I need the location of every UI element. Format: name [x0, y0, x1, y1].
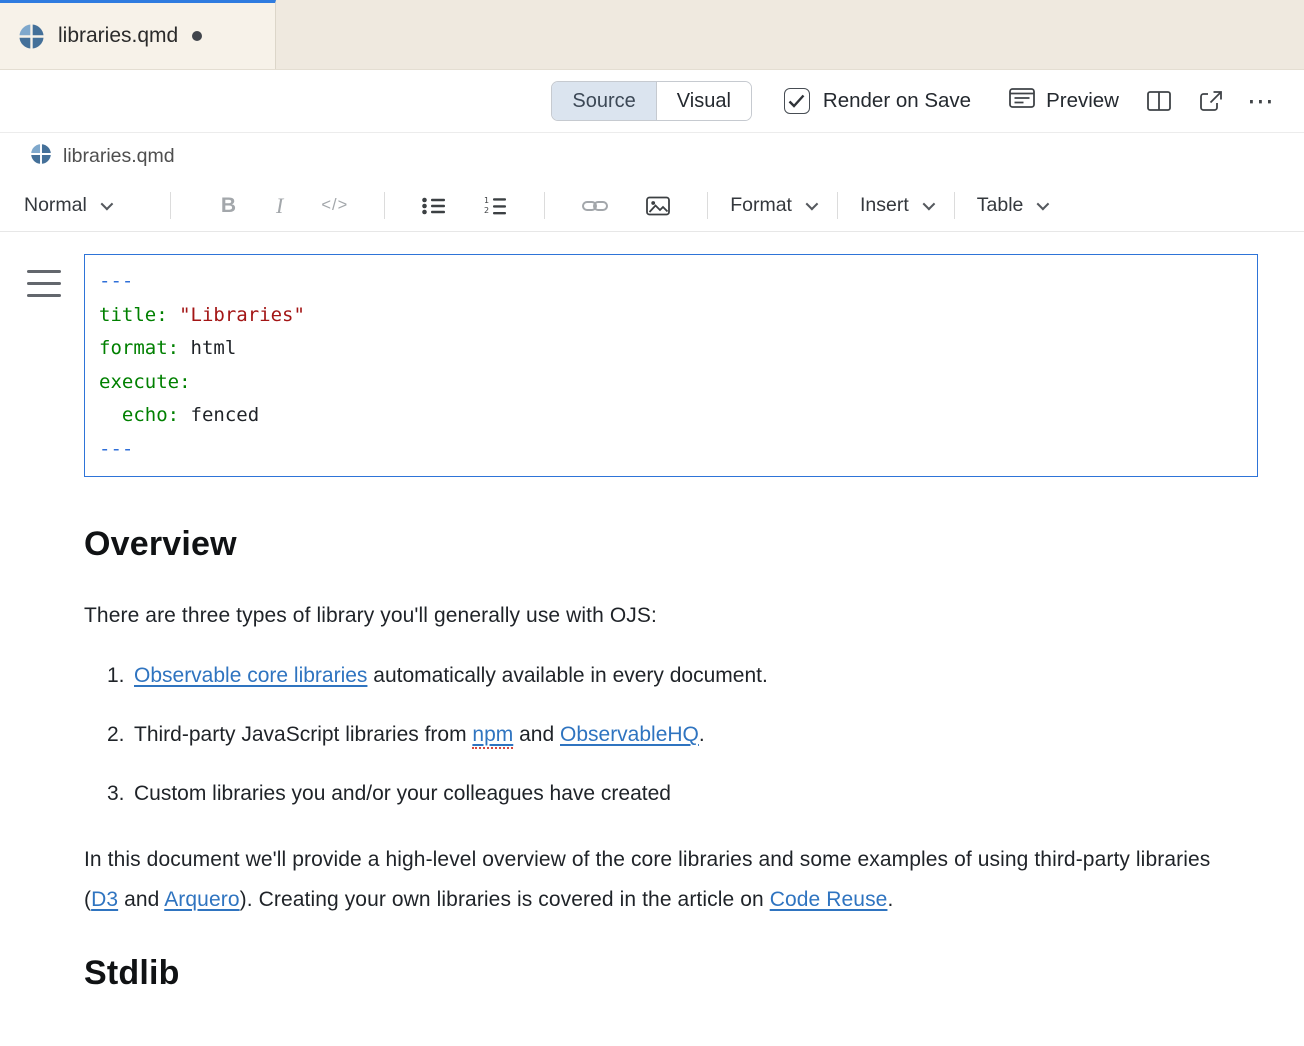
- format-menu-label: Format: [730, 194, 792, 217]
- heading-overview: Overview: [84, 525, 1258, 564]
- tab-libraries-qmd[interactable]: libraries.qmd: [0, 0, 276, 69]
- preview-button[interactable]: Preview: [1009, 87, 1119, 115]
- preview-label: Preview: [1046, 89, 1119, 113]
- yaml-key-title: title:: [99, 304, 168, 326]
- link-button[interactable]: [582, 198, 608, 214]
- toolbar-separator: [707, 192, 708, 219]
- format-menu[interactable]: Format: [730, 194, 815, 217]
- paragraph-text: and: [118, 888, 164, 911]
- list-item-text: Custom libraries you and/or your colleag…: [134, 782, 671, 806]
- chevron-down-icon: [100, 198, 113, 211]
- source-visual-toggle: Source Visual: [551, 81, 752, 121]
- insert-menu-label: Insert: [860, 194, 909, 217]
- preview-icon: [1009, 87, 1035, 115]
- list-item-text: Third-party JavaScript libraries from: [134, 723, 472, 746]
- source-mode-button[interactable]: Source: [552, 82, 656, 120]
- insert-image-button[interactable]: [646, 196, 670, 216]
- unsaved-changes-indicator[interactable]: [192, 31, 202, 41]
- italic-button[interactable]: I: [276, 193, 283, 219]
- toolbar-separator: [954, 192, 955, 219]
- link-icon: [582, 198, 608, 214]
- list-item: 1. Observable core libraries automatical…: [84, 664, 1258, 688]
- chevron-down-icon: [922, 198, 935, 211]
- ordered-list: 1. Observable core libraries automatical…: [84, 664, 1258, 806]
- image-icon: [646, 196, 670, 216]
- toolbar-separator: [384, 192, 385, 219]
- bullet-list-button[interactable]: [422, 197, 445, 215]
- list-marker: 2.: [84, 723, 134, 747]
- yaml-delimiter: ---: [99, 270, 133, 292]
- list-item: 3. Custom libraries you and/or your coll…: [84, 782, 1258, 806]
- chevron-down-icon: [806, 198, 819, 211]
- editor-toolbar: Source Visual Render on Save Preview: [0, 70, 1304, 133]
- link-code-reuse[interactable]: Code Reuse: [770, 888, 888, 911]
- yaml-value-title: "Libraries": [179, 304, 305, 326]
- insert-menu[interactable]: Insert: [860, 194, 932, 217]
- breadcrumb-filename[interactable]: libraries.qmd: [63, 145, 175, 168]
- list-item-text: automatically available in every documen…: [367, 664, 767, 687]
- toolbar-separator: [544, 192, 545, 219]
- link-arquero[interactable]: Arquero: [164, 888, 239, 911]
- tab-title: libraries.qmd: [58, 24, 178, 48]
- list-marker: 3.: [84, 782, 134, 806]
- yaml-key-execute: execute:: [99, 371, 191, 393]
- intro-paragraph: There are three types of library you'll …: [84, 596, 1258, 636]
- chevron-down-icon: [1037, 198, 1050, 211]
- render-on-save-label: Render on Save: [823, 89, 971, 113]
- breadcrumb: libraries.qmd: [0, 133, 1304, 180]
- list-item-text: Observable core libraries automatically …: [134, 664, 768, 688]
- table-menu[interactable]: Table: [977, 194, 1047, 217]
- yaml-value-format: html: [191, 337, 237, 359]
- visual-mode-button[interactable]: Visual: [657, 82, 751, 120]
- split-editor-icon: [1147, 90, 1171, 112]
- list-item-text: and: [513, 723, 560, 746]
- svg-text:1: 1: [484, 196, 489, 205]
- closing-paragraph: In this document we'll provide a high-le…: [84, 840, 1234, 920]
- paragraph-style-label: Normal: [24, 194, 87, 217]
- yaml-delimiter: ---: [99, 438, 133, 460]
- bullet-list-icon: [422, 197, 445, 215]
- more-actions-button[interactable]: ⋯: [1247, 88, 1274, 115]
- table-menu-label: Table: [977, 194, 1024, 217]
- link-npm[interactable]: npm: [472, 723, 513, 749]
- link-observable-core-libraries[interactable]: Observable core libraries: [134, 664, 367, 687]
- paragraph-text: ). Creating your own libraries is covere…: [240, 888, 770, 911]
- yaml-key-format: format:: [99, 337, 179, 359]
- list-marker: 1.: [84, 664, 134, 688]
- code-button[interactable]: </>: [321, 196, 348, 215]
- render-on-save-control: Render on Save: [784, 88, 971, 114]
- numbered-list-icon: 1 2: [483, 196, 507, 216]
- toolbar-separator: [837, 192, 838, 219]
- toolbar-separator: [170, 192, 171, 219]
- list-item-text: Third-party JavaScript libraries from np…: [134, 723, 705, 747]
- bold-button[interactable]: B: [221, 194, 236, 218]
- yaml-key-echo: echo:: [122, 404, 179, 426]
- quarto-logo-icon: [18, 23, 45, 50]
- yaml-value-echo: fenced: [191, 404, 260, 426]
- yaml-front-matter-block[interactable]: --- title: "Libraries" format: html execut…: [84, 254, 1258, 477]
- quarto-visual-editor-window: libraries.qmd Source Visual Render on Sa…: [0, 0, 1304, 1046]
- paragraph-style-select[interactable]: Normal: [24, 194, 110, 217]
- render-on-save-checkbox[interactable]: [784, 88, 810, 114]
- open-external-button[interactable]: [1199, 90, 1223, 112]
- open-external-icon: [1199, 90, 1223, 112]
- list-item-text: .: [699, 723, 705, 746]
- numbered-list-button[interactable]: 1 2: [483, 196, 507, 216]
- list-item: 2. Third-party JavaScript libraries from…: [84, 723, 1258, 747]
- link-d3[interactable]: D3: [91, 888, 118, 911]
- formatting-toolbar: Normal B I </> 1 2: [0, 180, 1304, 232]
- svg-text:2: 2: [484, 206, 489, 215]
- heading-stdlib: Stdlib: [84, 954, 1258, 993]
- split-editor-button[interactable]: [1147, 90, 1171, 112]
- paragraph-text: .: [887, 888, 893, 911]
- editor-tab-bar: libraries.qmd: [0, 0, 1304, 70]
- link-observablehq[interactable]: ObservableHQ: [560, 723, 699, 746]
- quarto-logo-icon: [30, 143, 52, 171]
- checkmark-icon: [788, 94, 805, 108]
- block-drag-handle-icon[interactable]: [27, 270, 61, 297]
- document-body[interactable]: --- title: "Libraries" format: html execut…: [0, 232, 1304, 993]
